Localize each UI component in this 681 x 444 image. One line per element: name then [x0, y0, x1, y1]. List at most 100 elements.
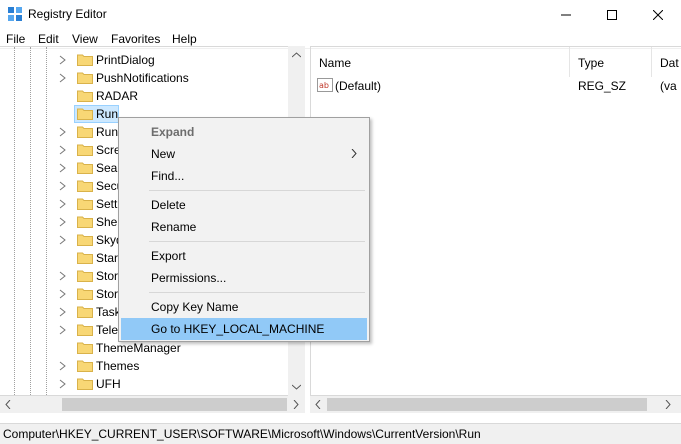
folder-icon [77, 54, 93, 66]
close-button[interactable] [635, 0, 681, 29]
tree-item-label: Themes [96, 359, 140, 373]
menu-item-label: Rename [151, 220, 197, 234]
context-menu-item-find[interactable]: Find... [121, 165, 367, 187]
context-menu-item-copy-key-name[interactable]: Copy Key Name [121, 296, 367, 318]
folder-icon [77, 360, 93, 372]
chevron-right-icon[interactable] [58, 126, 68, 138]
title-bar: Registry Editor [0, 0, 681, 29]
column-name[interactable]: Name [319, 56, 351, 70]
menu-separator [149, 241, 365, 242]
tree-item-label: Run [96, 125, 119, 139]
tree-item-label: Stor [96, 269, 119, 283]
value-name: (Default) [335, 79, 382, 93]
column-type[interactable]: Type [578, 56, 604, 70]
chevron-right-icon[interactable] [58, 288, 68, 300]
svg-text:ab: ab [319, 81, 329, 90]
column-divider[interactable] [651, 47, 652, 77]
folder-icon [77, 270, 93, 282]
chevron-right-icon[interactable] [58, 54, 68, 66]
tree-item-label: PushNotifications [96, 71, 189, 85]
scroll-left-icon[interactable] [315, 400, 321, 409]
minimize-icon [561, 14, 571, 15]
context-menu-item-permissions[interactable]: Permissions... [121, 267, 367, 289]
folder-icon [77, 324, 93, 336]
tree-item-label: Tele [96, 323, 119, 337]
tree-item-label: RADAR [96, 89, 139, 103]
menu-item-label: Permissions... [151, 271, 227, 285]
folder-icon [77, 108, 93, 120]
tree-item[interactable]: RADAR [0, 87, 290, 105]
scroll-right-icon[interactable] [293, 400, 299, 409]
context-menu-item-go-to-hkey-local-machine[interactable]: Go to HKEY_LOCAL_MACHINE [121, 318, 367, 340]
context-menu-item-export[interactable]: Export [121, 245, 367, 267]
tree-item[interactable]: PrintDialog [0, 51, 290, 69]
menu-item-label: Find... [151, 169, 185, 183]
chevron-right-icon[interactable] [58, 270, 68, 282]
folder-icon [77, 126, 93, 138]
values-hscroll-thumb[interactable] [327, 398, 647, 411]
value-row[interactable]: ab (Default) REG_SZ (va [311, 77, 681, 95]
chevron-right-icon[interactable] [58, 162, 68, 174]
tree-item-label: Task [96, 305, 121, 319]
scroll-down-icon[interactable] [292, 384, 301, 390]
folder-icon [77, 216, 93, 228]
menu-help[interactable]: Help [172, 32, 197, 46]
menu-separator [149, 292, 365, 293]
chevron-right-icon[interactable] [58, 360, 68, 372]
chevron-right-icon[interactable] [58, 324, 68, 336]
tree-item[interactable]: Themes [0, 357, 290, 375]
menu-view[interactable]: View [72, 32, 98, 46]
folder-icon [77, 144, 93, 156]
menu-favorites[interactable]: Favorites [111, 32, 160, 46]
context-menu-item-expand: Expand [121, 121, 367, 143]
minimize-button[interactable] [543, 0, 589, 29]
folder-icon [77, 198, 93, 210]
folder-icon [77, 234, 93, 246]
tree-hscroll-thumb[interactable] [62, 398, 287, 411]
tree-item-label: PrintDialog [96, 53, 155, 67]
menu-item-label: Expand [151, 125, 195, 139]
chevron-right-icon[interactable] [58, 144, 68, 156]
folder-icon [77, 378, 93, 390]
chevron-right-icon[interactable] [58, 198, 68, 210]
chevron-right-icon[interactable] [58, 234, 68, 246]
tree-item[interactable]: PushNotifications [0, 69, 290, 87]
maximize-button[interactable] [589, 0, 635, 29]
menu-item-label: Export [151, 249, 186, 263]
values-horizontal-scrollbar[interactable] [310, 396, 681, 413]
folder-icon [77, 162, 93, 174]
tree-item-label: Run [96, 107, 119, 121]
chevron-right-icon[interactable] [58, 180, 68, 192]
context-menu-item-delete[interactable]: Delete [121, 194, 367, 216]
tree-item-label: Shel [96, 215, 121, 229]
value-type: REG_SZ [578, 79, 627, 93]
maximize-icon [607, 9, 617, 20]
column-divider[interactable] [569, 47, 570, 77]
tree-item-label: Stor [96, 287, 119, 301]
folder-icon [77, 90, 93, 102]
column-data[interactable]: Dat [660, 56, 679, 70]
context-menu: Expand New Find... Delete Rename Export Permis… [118, 117, 370, 342]
chevron-right-icon[interactable] [58, 216, 68, 228]
context-menu-item-new[interactable]: New [121, 143, 367, 165]
scroll-left-icon[interactable] [5, 400, 11, 409]
context-menu-item-rename[interactable]: Rename [121, 216, 367, 238]
chevron-right-icon[interactable] [58, 306, 68, 318]
folder-icon [77, 288, 93, 300]
scroll-up-icon[interactable] [292, 52, 301, 58]
tree-item-label: Scre [96, 143, 121, 157]
menu-file[interactable]: File [6, 32, 25, 46]
folder-icon [77, 252, 93, 264]
chevron-right-icon[interactable] [58, 72, 68, 84]
registry-editor-icon [8, 7, 22, 21]
menu-item-label: New [151, 147, 176, 161]
scroll-right-icon[interactable] [665, 400, 671, 409]
chevron-right-icon[interactable] [58, 378, 68, 390]
window-title: Registry Editor [28, 7, 107, 21]
menu-item-label: Delete [151, 198, 186, 212]
menu-separator [149, 190, 365, 191]
tree-horizontal-scrollbar[interactable] [0, 396, 305, 413]
key-path: Computer\HKEY_CURRENT_USER\SOFTWARE\Micr… [3, 427, 481, 441]
tree-item[interactable]: UFH [0, 375, 290, 393]
menu-edit[interactable]: Edit [38, 32, 59, 46]
